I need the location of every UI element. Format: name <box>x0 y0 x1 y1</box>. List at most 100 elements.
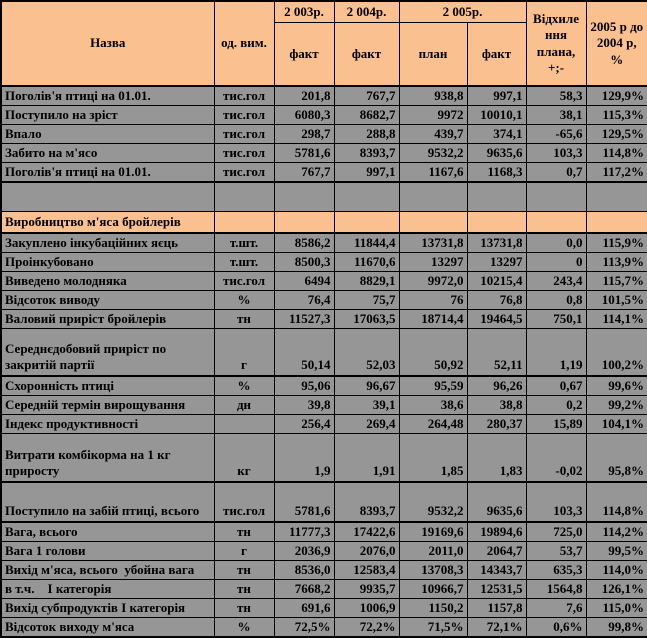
value-cell: 13731,8 <box>466 232 527 253</box>
col-header-unit: од. вим. <box>213 0 275 87</box>
value-cell: 9635,6 <box>466 143 527 163</box>
value-cell: 39,8 <box>273 395 335 415</box>
value-cell: 58,3 <box>525 85 587 106</box>
value-cell: 114,0% <box>585 560 647 580</box>
table-row: Впало тис.гол 298,7 288,8 439,7 374,1 -65,6 129… <box>0 124 647 144</box>
col-subheader-fact-2004: факт <box>333 22 400 87</box>
value-cell: 9935,7 <box>333 579 400 599</box>
table-row: Виведено молодняка тис.гол 6494 8829,1 9972,… <box>0 271 647 291</box>
table-row: Проінкубовано т.шт. 8500,3 11670,6 13297 1329… <box>0 252 647 272</box>
value-cell: 19894,6 <box>466 521 527 542</box>
value-cell: 13731,8 <box>398 232 468 253</box>
value-cell: 38,1 <box>525 105 587 125</box>
col-subheader-fact-2003: факт <box>273 22 335 87</box>
value-cell: 104,1% <box>585 414 647 434</box>
value-cell: 75,7 <box>333 290 400 310</box>
value-cell: 103,3 <box>525 143 587 163</box>
value-cell: 938,8 <box>398 85 468 106</box>
unit-cell: г <box>213 541 275 561</box>
value-cell: 280,37 <box>466 414 527 434</box>
value-cell: 1167,6 <box>398 162 468 183</box>
col-header-name: Назва <box>0 0 215 87</box>
value-cell: 12583,4 <box>333 560 400 580</box>
row-label-cell: Поступило на зріст <box>0 105 215 125</box>
row-label-cell: Середній термін вирощування <box>0 395 215 415</box>
value-cell: 95,8% <box>585 433 647 483</box>
row-label-cell: Вихід субпродуктів І категорія <box>0 598 215 618</box>
row-label-cell: Поступило на забій птиці, всього <box>0 481 215 523</box>
unit-cell: тн <box>213 560 275 580</box>
section-header-row: Виробництво м'яса бройлерів <box>0 211 647 234</box>
table-row: Закуплено інкубаційних яєць т.шт. 8586,2 11… <box>0 232 647 253</box>
unit-cell: тис.гол <box>213 85 275 106</box>
table-row: Індекс продуктивності 256,4 269,4 264,48 280… <box>0 414 647 434</box>
table-row: Відсоток виходу м'яса% 72,5% 72,2% 71,5% 72,… <box>0 617 647 638</box>
value-cell: 129,9% <box>585 85 647 106</box>
table-row: Поголів'я птиці на 01.01. тис.гол 201,8 767… <box>0 85 647 106</box>
value-cell: 71,5% <box>398 617 468 638</box>
unit-cell <box>213 414 275 434</box>
row-label-cell: в т.ч. І категорія <box>0 579 215 599</box>
value-cell: 201,8 <box>273 85 335 106</box>
unit-cell: т.шт. <box>213 252 275 272</box>
value-cell <box>273 181 335 212</box>
value-cell: 52,11 <box>466 328 527 377</box>
value-cell: 13297 <box>466 252 527 272</box>
value-cell: 8829,1 <box>333 271 400 291</box>
value-cell: 129,5% <box>585 124 647 144</box>
col-header-year-2003: 2 003р. <box>273 0 335 23</box>
value-cell: 1,19 <box>525 328 587 377</box>
value-cell: 1564,8 <box>525 579 587 599</box>
value-cell: 103,3 <box>525 481 587 523</box>
value-cell: 11777,3 <box>273 521 335 542</box>
value-cell: 1,9 <box>273 433 335 483</box>
unit-cell <box>213 181 275 212</box>
table-row: Забито на м'ясо тис.гол 5781,6 8393,7 9532,2… <box>0 143 647 163</box>
value-cell <box>585 181 647 212</box>
value-cell: 2036,9 <box>273 541 335 561</box>
value-cell: 100,2% <box>585 328 647 377</box>
value-cell: 14343,7 <box>466 560 527 580</box>
row-label-cell: Поголів'я птиці на 01.01. <box>0 85 215 106</box>
value-cell: 374,1 <box>466 124 527 144</box>
value-cell: 9532,2 <box>398 481 468 523</box>
table-row: Схоронність птиці% 95,06 96,67 95,59 96,26 0,… <box>0 375 647 396</box>
value-cell: 99,2% <box>585 395 647 415</box>
value-cell: 95,59 <box>398 375 468 396</box>
table-row: в т.ч. І категорія тн 7668,2 9935,7 10966,7 1… <box>0 579 647 599</box>
value-cell: 114,8% <box>585 143 647 163</box>
value-cell: 8586,2 <box>273 232 335 253</box>
value-cell: 114,8% <box>585 481 647 523</box>
table-row: Середнєдобовий приріст по закритій парті… <box>0 328 647 377</box>
value-cell: 767,7 <box>333 85 400 106</box>
value-cell: 1,83 <box>466 433 527 483</box>
unit-cell: тис.гол <box>213 143 275 163</box>
value-cell: 72,2% <box>333 617 400 638</box>
value-cell <box>273 211 335 234</box>
value-cell: 750,1 <box>525 309 587 329</box>
row-label-cell: Витрати комбікорма на 1 кг приросту <box>0 433 215 483</box>
value-cell: 50,92 <box>398 328 468 377</box>
value-cell <box>525 181 587 212</box>
value-cell: 9532,2 <box>398 143 468 163</box>
table-row: Поступило на забій птиці, всього тис.гол 5… <box>0 481 647 523</box>
row-label-cell: Відсоток виводу <box>0 290 215 310</box>
value-cell: 9972,0 <box>398 271 468 291</box>
value-cell: 76,8 <box>466 290 527 310</box>
table-row: Валовий приріст бройлерів тн 11527,3 17063,… <box>0 309 647 329</box>
unit-cell: тис.гол <box>213 271 275 291</box>
value-cell: 115,7% <box>585 271 647 291</box>
value-cell: 243,4 <box>525 271 587 291</box>
col-header-year-2005: 2 005р. <box>398 0 527 23</box>
row-label-cell: Поголів'я птиці на 01.01. <box>0 162 215 183</box>
value-cell: 115,0% <box>585 598 647 618</box>
unit-cell: тис.гол <box>213 124 275 144</box>
col-subheader-fact-2005: факт <box>466 22 527 87</box>
value-cell: 9635,6 <box>466 481 527 523</box>
value-cell: 1006,9 <box>333 598 400 618</box>
value-cell: 0,6% <box>525 617 587 638</box>
unit-cell: тн <box>213 309 275 329</box>
value-cell: 113,9% <box>585 252 647 272</box>
value-cell: 2064,7 <box>466 541 527 561</box>
row-label-cell: Схоронність птиці <box>0 375 215 396</box>
